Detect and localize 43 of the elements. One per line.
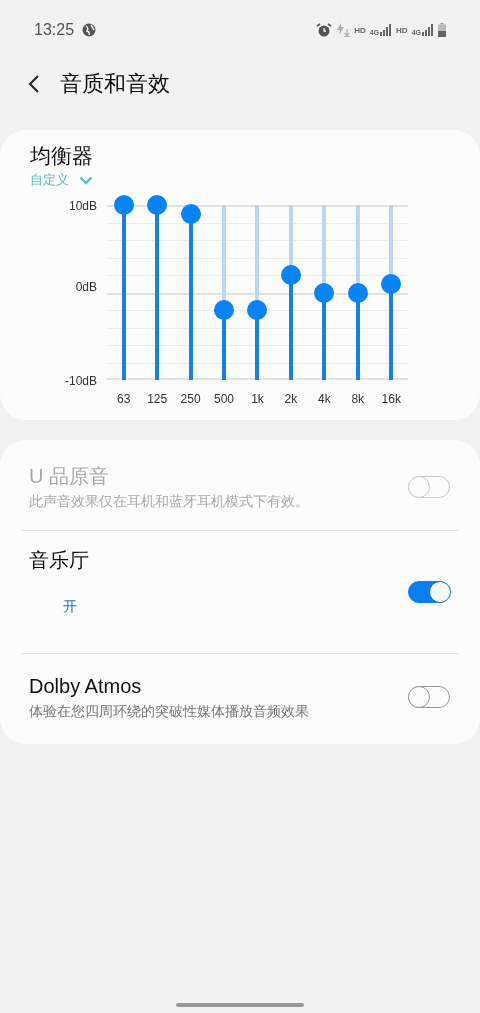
axis-label: 0dB: [75, 279, 97, 294]
signal-icon: [380, 24, 393, 36]
setting-title: Dolby Atmos: [29, 674, 142, 699]
chevron-down-icon: [79, 175, 93, 185]
slider-thumb[interactable]: [214, 300, 235, 320]
slider-thumb[interactable]: [347, 282, 368, 303]
slider-thumb[interactable]: [247, 300, 268, 320]
charging-icon: [336, 23, 351, 37]
axis-label: 10dB: [68, 199, 97, 213]
slider-thumb[interactable]: [314, 282, 335, 303]
hd-label: HD: [396, 25, 408, 35]
slider-thumb[interactable]: [147, 195, 168, 215]
back-icon[interactable]: [28, 74, 40, 94]
setting-status: 开: [62, 598, 78, 616]
clock: 13:25: [34, 21, 75, 39]
section-title: 均衡器: [30, 143, 94, 169]
frequency-label: 63: [116, 392, 132, 406]
frequency-label: 500: [213, 392, 236, 406]
slider-thumb[interactable]: [381, 273, 402, 294]
setting-title: U 品原音: [29, 464, 109, 489]
axis-label: -10dB: [64, 374, 97, 388]
frequency-label: 125: [146, 392, 169, 406]
frequency-label: 4k: [317, 392, 332, 406]
slider-thumb[interactable]: [113, 195, 134, 215]
frequency-label: 2k: [283, 392, 299, 406]
alarm-icon: [316, 22, 333, 38]
signal-icon: [422, 24, 434, 36]
toggle-switch[interactable]: [408, 581, 450, 603]
battery-icon: [438, 23, 446, 37]
preset-dropdown[interactable]: 自定义: [30, 171, 93, 189]
frequency-label: 8k: [350, 392, 366, 406]
frequency-label: 16k: [380, 392, 402, 406]
frequency-label: 250: [179, 392, 202, 406]
frequency-label: 1k: [250, 392, 265, 406]
hd-label: HD: [354, 25, 366, 35]
globe-icon: [82, 23, 97, 37]
toggle-switch[interactable]: [408, 686, 450, 708]
page-title: 音质和音效: [60, 70, 170, 98]
slider-thumb[interactable]: [180, 203, 201, 224]
setting-title: 音乐厅: [29, 548, 89, 573]
setting-description: 此声音效果仅在耳机和蓝牙耳机模式下有效。: [29, 493, 309, 511]
slider-thumb[interactable]: [280, 265, 301, 285]
setting-description: 体验在您四周环绕的突破性媒体播放音频效果: [29, 703, 309, 721]
